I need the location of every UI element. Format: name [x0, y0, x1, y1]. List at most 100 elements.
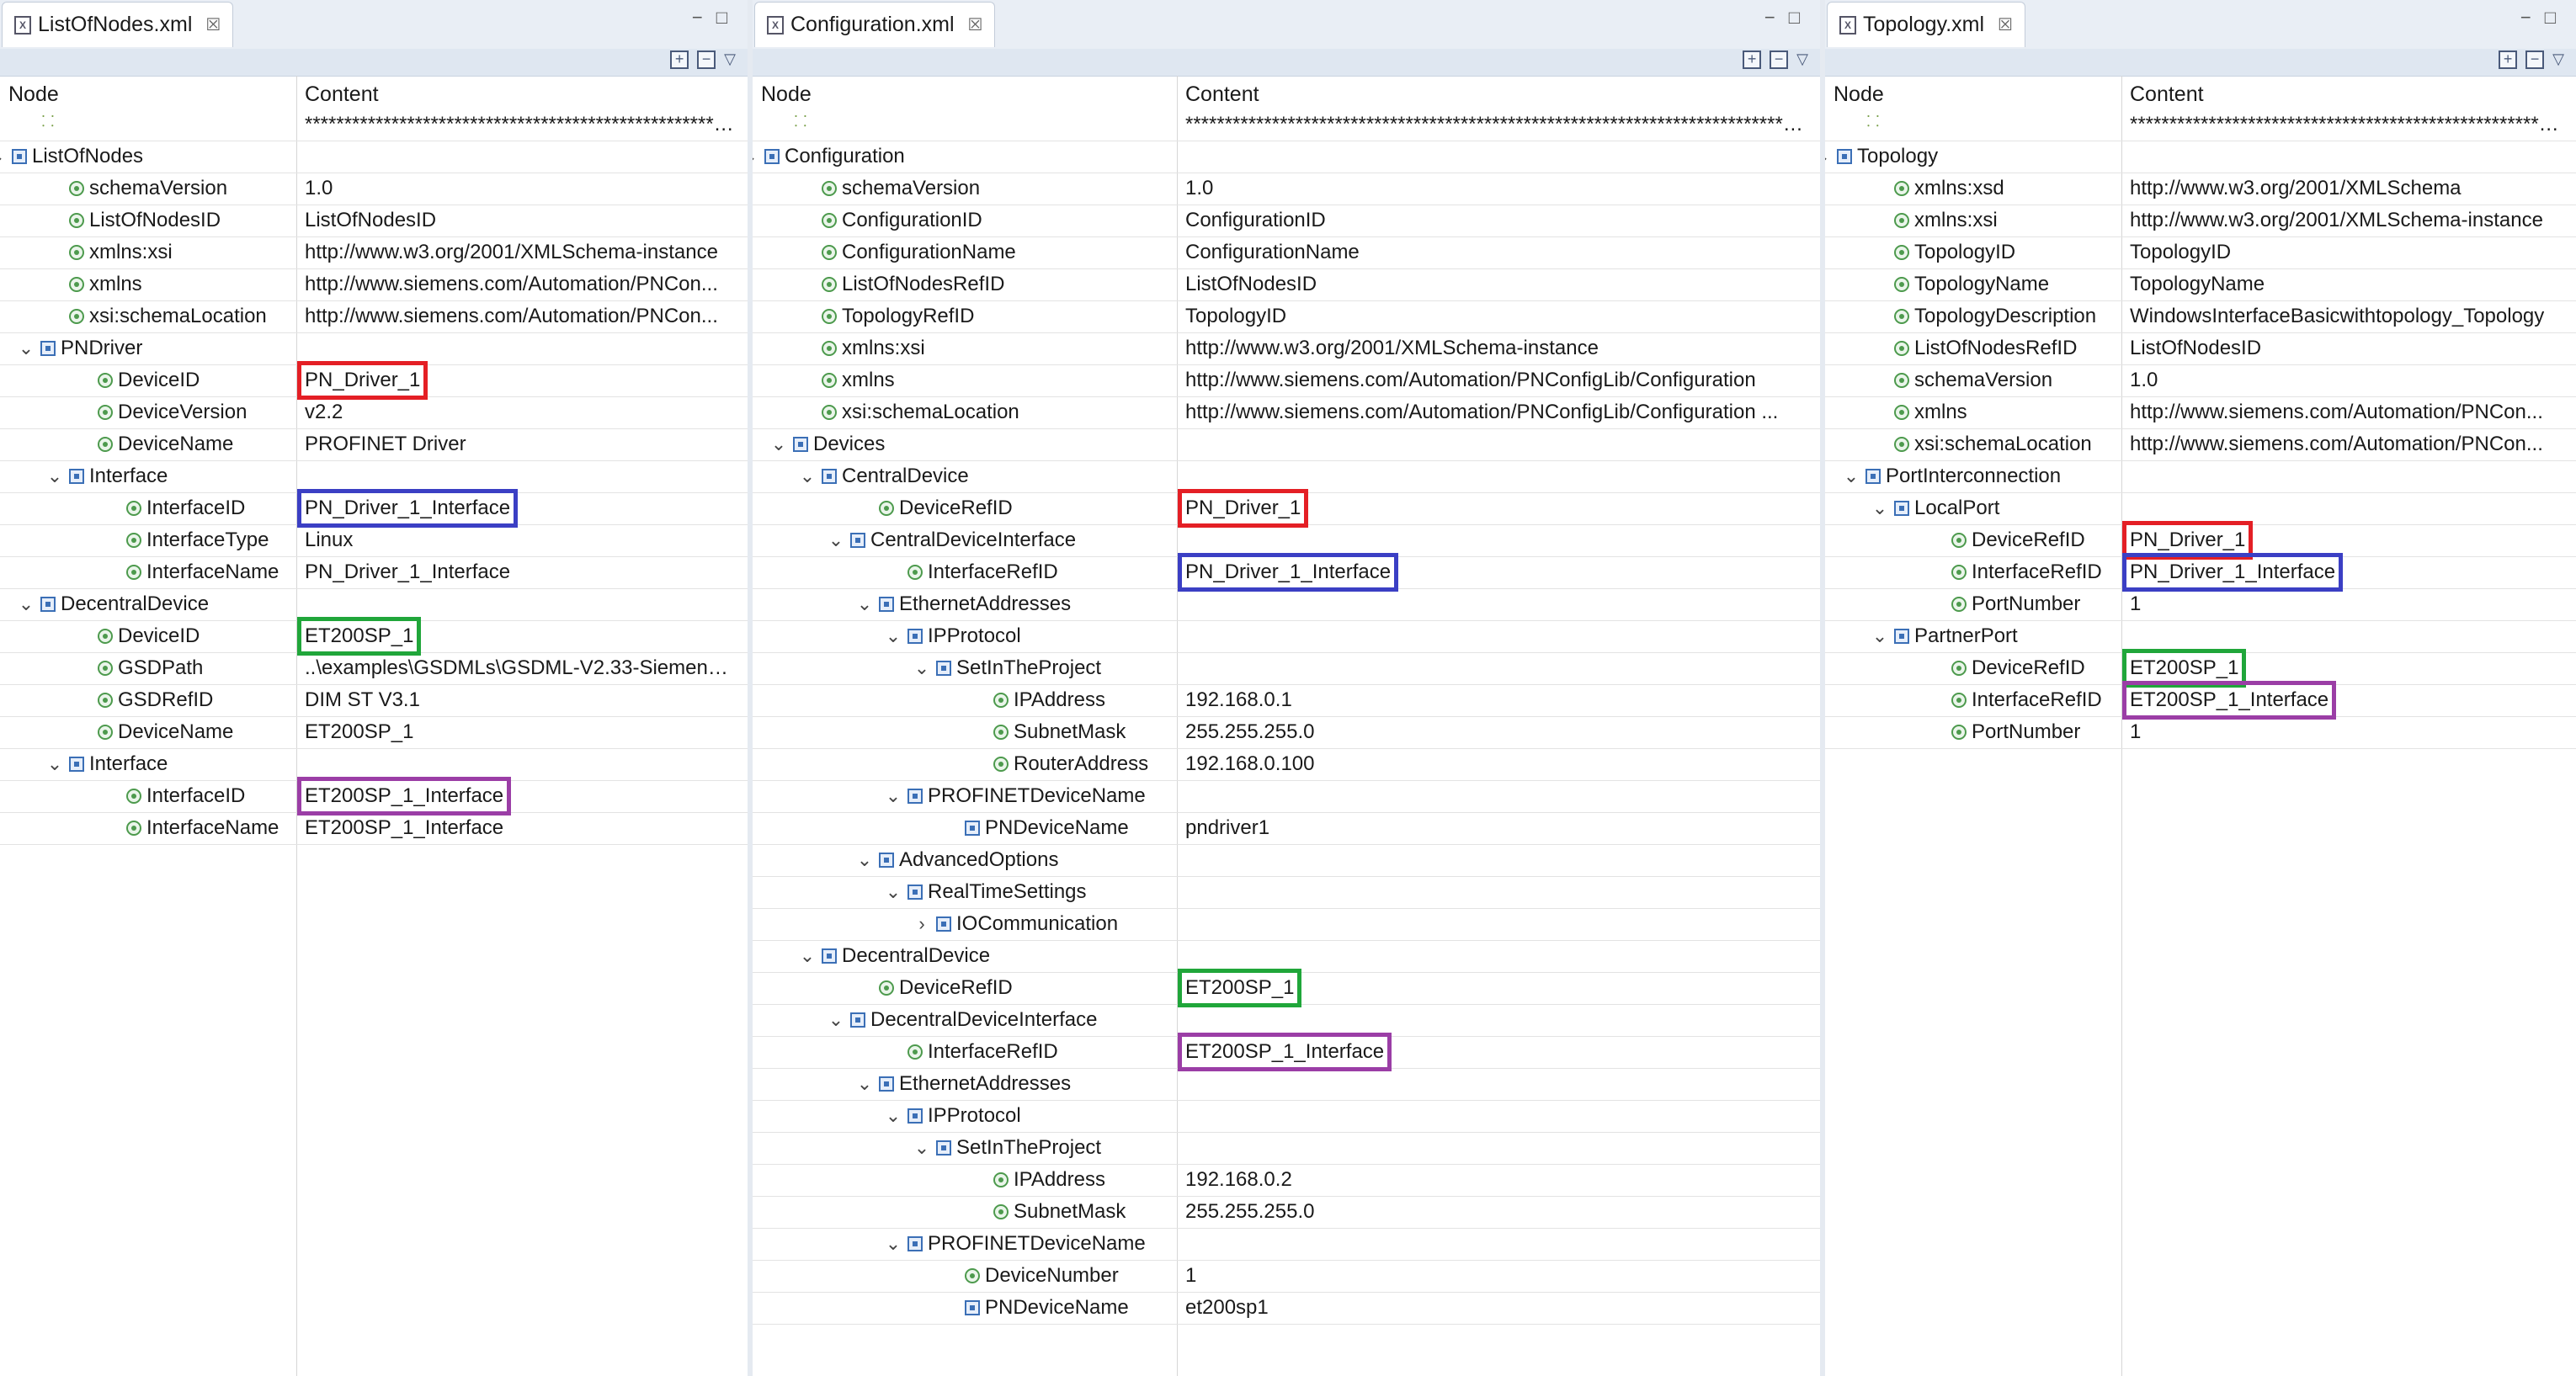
tree-row[interactable]: InterfaceID PN_Driver_1_Interface: [0, 489, 748, 528]
expand-all-icon[interactable]: +: [670, 50, 689, 69]
tree-row[interactable]: GSDRefID DIM ST V3.1: [0, 685, 748, 717]
expand-all-icon[interactable]: +: [2499, 50, 2518, 69]
expand-all-icon[interactable]: +: [1743, 50, 1762, 69]
close-icon[interactable]: ☒: [1998, 14, 2013, 35]
chevron-down-icon[interactable]: ⌄: [1842, 465, 1860, 487]
tree-row[interactable]: InterfaceRefID ET200SP_1_Interface: [1825, 681, 2576, 720]
column-header-node[interactable]: Node: [1834, 82, 1884, 107]
chevron-down-icon[interactable]: ⌄: [17, 593, 35, 615]
maximize-icon[interactable]: □: [1789, 7, 1800, 29]
tree-row[interactable]: ⌄ RealTimeSettings: [753, 877, 1820, 909]
chevron-down-icon[interactable]: ⌄: [17, 337, 35, 359]
tree-row[interactable]: xmlns:xsi http://www.w3.org/2001/XMLSchem…: [1825, 205, 2576, 237]
tree-row[interactable]: schemaVersion 1.0: [753, 173, 1820, 205]
column-header-node[interactable]: Node: [761, 82, 812, 107]
chevron-down-icon[interactable]: ⌄: [1825, 146, 1832, 167]
tree-row[interactable]: ⌄ AdvancedOptions: [753, 845, 1820, 877]
tree-row[interactable]: ⌄ EthernetAddresses: [753, 589, 1820, 621]
tree-row[interactable]: ⌄ DecentralDevice: [0, 589, 748, 621]
tree-row[interactable]: ⌄ SetInTheProject: [753, 653, 1820, 685]
tree-row[interactable]: xmlns http://www.siemens.com/Automation/P…: [753, 365, 1820, 397]
close-icon[interactable]: ☒: [968, 14, 983, 35]
tree-row[interactable]: ConfigurationID ConfigurationID: [753, 205, 1820, 237]
tree-row[interactable]: ⸬ ***************************************…: [0, 109, 748, 141]
tree-row[interactable]: schemaVersion 1.0: [1825, 365, 2576, 397]
tree-row[interactable]: DeviceID ET200SP_1: [0, 617, 748, 656]
view-menu-icon[interactable]: ▽: [724, 50, 736, 69]
chevron-down-icon[interactable]: ⌄: [884, 1105, 902, 1127]
maximize-icon[interactable]: □: [2545, 7, 2556, 29]
tree-row[interactable]: TopologyID TopologyID: [1825, 237, 2576, 269]
tree-row[interactable]: InterfaceType Linux: [0, 525, 748, 557]
editor-tab[interactable]: X Configuration.xml ☒: [754, 2, 996, 47]
tree-row[interactable]: ⌄ PNDriver: [0, 333, 748, 365]
chevron-down-icon[interactable]: ⌄: [884, 881, 902, 903]
collapse-all-icon[interactable]: −: [697, 50, 716, 69]
tree-row[interactable]: ⌄ CentralDeviceInterface: [753, 525, 1820, 557]
tree-row[interactable]: ListOfNodesRefID ListOfNodesID: [1825, 333, 2576, 365]
tree-row[interactable]: DeviceName ET200SP_1: [0, 717, 748, 749]
tree-row[interactable]: xmlns http://www.siemens.com/Automation/P…: [1825, 397, 2576, 429]
tree-row[interactable]: ⌄ PROFINETDeviceName: [753, 1229, 1820, 1261]
tree-row[interactable]: xmlns http://www.siemens.com/Automation/P…: [0, 269, 748, 301]
tree-row[interactable]: InterfaceName PN_Driver_1_Interface: [0, 557, 748, 589]
tree-row[interactable]: ListOfNodesID ListOfNodesID: [0, 205, 748, 237]
tree-row[interactable]: ConfigurationName ConfigurationName: [753, 237, 1820, 269]
chevron-down-icon[interactable]: ⌄: [884, 625, 902, 647]
tree-row[interactable]: ⌄ SetInTheProject: [753, 1133, 1820, 1165]
tree-row[interactable]: ⌄ IPProtocol: [753, 621, 1820, 653]
tree-row[interactable]: ⌄ LocalPort: [1825, 493, 2576, 525]
tree-row[interactable]: ⌄ Interface: [0, 461, 748, 493]
column-header-content[interactable]: Content: [305, 82, 379, 107]
tree-row[interactable]: InterfaceRefID PN_Driver_1_Interface: [753, 553, 1820, 592]
chevron-down-icon[interactable]: ⌄: [769, 433, 788, 455]
collapse-all-icon[interactable]: −: [2525, 50, 2545, 69]
chevron-down-icon[interactable]: ⌄: [45, 753, 64, 775]
tree-row[interactable]: ⌄ Devices: [753, 429, 1820, 461]
column-header-node[interactable]: Node: [8, 82, 59, 107]
chevron-right-icon[interactable]: ›: [913, 913, 931, 935]
tree-row[interactable]: TopologyName TopologyName: [1825, 269, 2576, 301]
tree-row[interactable]: ⌄ Configuration: [753, 141, 1820, 173]
chevron-down-icon[interactable]: ⌄: [798, 945, 817, 967]
chevron-down-icon[interactable]: ⌄: [913, 657, 931, 679]
tree-row[interactable]: PNDeviceName pndriver1: [753, 813, 1820, 845]
tree-row[interactable]: GSDPath ..\examples\GSDMLs\GSDML-V2.33-Si…: [0, 653, 748, 685]
tree-row[interactable]: TopologyDescription WindowsInterfaceBasic…: [1825, 301, 2576, 333]
minimize-icon[interactable]: −: [2520, 7, 2531, 29]
tree-row[interactable]: ⸬ ***************************************…: [753, 109, 1820, 141]
minimize-icon[interactable]: −: [692, 7, 703, 29]
tree-row[interactable]: xsi:schemaLocation http://www.siemens.com…: [0, 301, 748, 333]
tree-row[interactable]: InterfaceName ET200SP_1_Interface: [0, 813, 748, 845]
tree-row[interactable]: PortNumber 1: [1825, 589, 2576, 621]
chevron-down-icon[interactable]: ⌄: [884, 785, 902, 807]
tree-row[interactable]: PortNumber 1: [1825, 717, 2576, 749]
close-icon[interactable]: ☒: [205, 14, 221, 35]
tree-row[interactable]: DeviceID PN_Driver_1: [0, 361, 748, 400]
tree-row[interactable]: DeviceNumber 1: [753, 1261, 1820, 1293]
tree-row[interactable]: ⌄ CentralDevice: [753, 461, 1820, 493]
tree-row[interactable]: xmlns:xsi http://www.w3.org/2001/XMLSchem…: [0, 237, 748, 269]
tree-row[interactable]: DeviceVersion v2.2: [0, 397, 748, 429]
tree-row[interactable]: ⌄ Topology: [1825, 141, 2576, 173]
chevron-down-icon[interactable]: ⌄: [855, 593, 874, 615]
chevron-down-icon[interactable]: ⌄: [753, 146, 759, 167]
tree-row[interactable]: InterfaceRefID PN_Driver_1_Interface: [1825, 553, 2576, 592]
tree-row[interactable]: xsi:schemaLocation http://www.siemens.com…: [753, 397, 1820, 429]
maximize-icon[interactable]: □: [716, 7, 727, 29]
chevron-down-icon[interactable]: ⌄: [884, 1233, 902, 1255]
tree-row[interactable]: ⌄ PartnerPort: [1825, 621, 2576, 653]
tree-row[interactable]: schemaVersion 1.0: [0, 173, 748, 205]
tree-row[interactable]: ⌄ DecentralDevice: [753, 941, 1820, 973]
tree-row[interactable]: ⌄ ListOfNodes: [0, 141, 748, 173]
tree-row[interactable]: xsi:schemaLocation http://www.siemens.com…: [1825, 429, 2576, 461]
tree-row[interactable]: › IOCommunication: [753, 909, 1820, 941]
tree-row[interactable]: SubnetMask 255.255.255.0: [753, 1197, 1820, 1229]
collapse-all-icon[interactable]: −: [1770, 50, 1789, 69]
tree-row[interactable]: ⌄ IPProtocol: [753, 1101, 1820, 1133]
tree-row[interactable]: IPAddress 192.168.0.1: [753, 685, 1820, 717]
chevron-down-icon[interactable]: ⌄: [45, 465, 64, 487]
chevron-down-icon[interactable]: ⌄: [798, 465, 817, 487]
chevron-down-icon[interactable]: ⌄: [1871, 625, 1889, 647]
view-menu-icon[interactable]: ▽: [2552, 50, 2564, 69]
